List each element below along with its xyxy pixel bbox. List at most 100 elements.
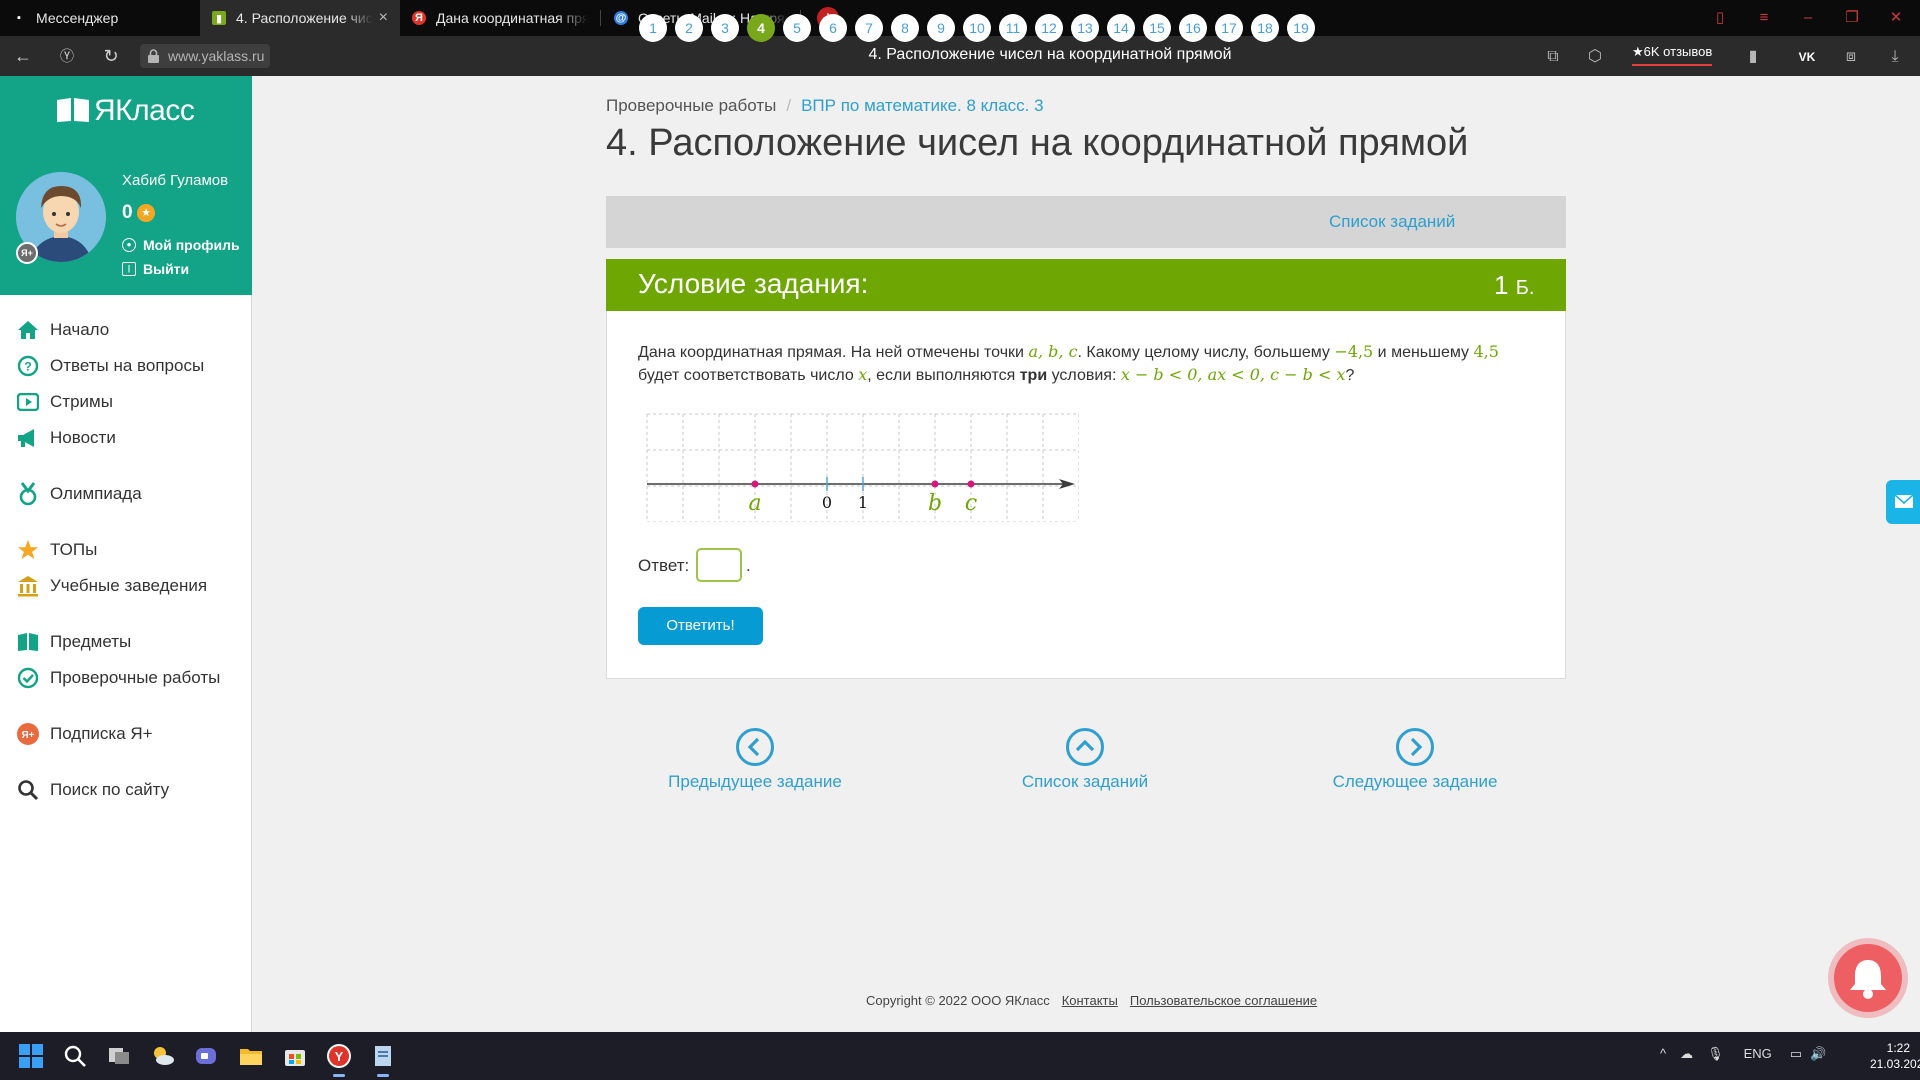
url-text: www.yaklass.ru: [168, 48, 265, 64]
task-number-link[interactable]: 19: [1287, 14, 1315, 42]
tab-yandex[interactable]: Я Дана координатная прямая: [400, 0, 600, 36]
task-list-button[interactable]: [1066, 728, 1104, 766]
score-unit: Б.: [1515, 277, 1535, 299]
feedback-button[interactable]: [1886, 480, 1920, 524]
task-number-link[interactable]: 12: [1035, 14, 1063, 42]
close-tab-icon[interactable]: ×: [379, 9, 388, 27]
sidebar-item-news[interactable]: Новости: [16, 426, 116, 450]
sidebar-item-streams[interactable]: Стримы: [16, 390, 113, 414]
translate-icon[interactable]: ⧉: [1542, 46, 1564, 68]
logout-link[interactable]: | Выйти: [122, 261, 189, 277]
minimize-icon[interactable]: –: [1798, 8, 1818, 28]
task-number-link[interactable]: 5: [783, 14, 811, 42]
sidebar-item-subjects[interactable]: Предметы: [16, 630, 131, 654]
collections-icon[interactable]: ⧈: [1840, 46, 1862, 68]
language-indicator[interactable]: ENG: [1744, 1046, 1772, 1061]
task-list-bottom-link[interactable]: Список заданий: [972, 772, 1198, 792]
breadcrumb-root-link[interactable]: Проверочные работы: [606, 96, 776, 115]
task-number-link[interactable]: 2: [675, 14, 703, 42]
mailru-favicon-icon: @: [614, 11, 628, 25]
microphone-icon[interactable]: 🎙: [1707, 1046, 1724, 1061]
logout-icon: |: [122, 262, 136, 276]
windows-start-icon[interactable]: [18, 1043, 44, 1069]
task-number-link[interactable]: 14: [1107, 14, 1135, 42]
question-fragment: Дана координатная прямая. На ней отмечен…: [638, 344, 1029, 361]
profile-link[interactable]: ● Мой профиль: [122, 237, 240, 253]
book-icon: [16, 630, 40, 654]
task-number-link[interactable]: 17: [1215, 14, 1243, 42]
tab-yaklass-active[interactable]: ▮ 4. Расположение чисел на координатной …: [200, 0, 400, 36]
task-number-link[interactable]: 15: [1143, 14, 1171, 42]
task-number-link[interactable]: 13: [1071, 14, 1099, 42]
reviews-button[interactable]: ★6K отзывов: [1632, 44, 1713, 66]
sidebar-item-search[interactable]: Поиск по сайту: [16, 778, 169, 802]
next-task-link[interactable]: Следующее задание: [1302, 772, 1528, 792]
sidebar-item-label: Предметы: [50, 632, 132, 651]
yaklass-logo[interactable]: ЯКласс: [56, 94, 195, 128]
tabs-panel-icon[interactable]: ▯: [1710, 8, 1730, 28]
onedrive-icon[interactable]: ☁: [1680, 1046, 1693, 1061]
question-variable: x: [858, 365, 868, 384]
notepad-app-icon[interactable]: [370, 1043, 396, 1069]
breadcrumb-current-link[interactable]: ВПР по математике. 8 класс. 3: [801, 96, 1043, 115]
sidebar-item-tests[interactable]: Проверочные работы: [16, 666, 220, 690]
submit-answer-button[interactable]: Ответить!: [638, 607, 763, 645]
system-clock[interactable]: 1:22 21.03.2022: [1870, 1040, 1920, 1072]
reload-icon[interactable]: ↻: [100, 45, 122, 67]
vk-icon[interactable]: VK: [1796, 46, 1818, 68]
task-number-link[interactable]: 16: [1179, 14, 1207, 42]
user-agreement-link[interactable]: Пользовательское соглашение: [1130, 993, 1317, 1008]
task-number-link[interactable]: 18: [1251, 14, 1279, 42]
task-question-text: Дана координатная прямая. На ней отмечен…: [638, 341, 1538, 387]
answer-suffix: .: [746, 556, 751, 575]
adblock-icon[interactable]: ⬡: [1584, 46, 1606, 68]
prev-task-link[interactable]: Предыдущее задание: [642, 772, 868, 792]
point-b-marker: [931, 480, 939, 488]
tab-messenger[interactable]: ▪ Мессенджер: [0, 0, 200, 36]
sidebar-item-olympiad[interactable]: Олимпиада: [16, 482, 142, 506]
menu-icon[interactable]: ≡: [1754, 8, 1774, 28]
sidebar-item-institutions[interactable]: Учебные заведения: [16, 574, 207, 598]
task-number-link[interactable]: 8: [891, 14, 919, 42]
back-icon[interactable]: ←: [12, 45, 34, 67]
file-explorer-icon[interactable]: [238, 1043, 264, 1069]
yandex-browser-icon[interactable]: Y: [326, 1043, 352, 1069]
task-number-link[interactable]: 7: [855, 14, 883, 42]
next-task-button[interactable]: [1396, 728, 1434, 766]
sidebar-item-tops[interactable]: ТОПы: [16, 538, 97, 562]
taskbar-search-icon[interactable]: [62, 1043, 88, 1069]
copyright-text: Copyright © 2022 ООО ЯКласс: [866, 993, 1050, 1008]
task-number-link[interactable]: 1: [639, 14, 667, 42]
contacts-link[interactable]: Контакты: [1062, 993, 1118, 1008]
task-number-link[interactable]: 10: [963, 14, 991, 42]
url-field[interactable]: www.yaklass.ru: [140, 44, 271, 68]
page-title: 4. Расположение чисел на координатной пр…: [606, 122, 1469, 164]
weather-icon[interactable]: [150, 1043, 176, 1069]
prev-task-button[interactable]: [736, 728, 774, 766]
sidebar-item-home[interactable]: Начало: [16, 318, 109, 342]
task-number-current[interactable]: 4: [747, 14, 775, 42]
download-icon[interactable]: ⤓: [1884, 46, 1906, 68]
tray-chevron-up-icon[interactable]: ^: [1660, 1046, 1666, 1061]
close-window-icon[interactable]: ✕: [1886, 8, 1906, 28]
task-number-link[interactable]: 9: [927, 14, 955, 42]
browser-page-title: 4. Расположение чисел на координатной пр…: [868, 46, 1232, 63]
volume-icon[interactable]: 🔊: [1810, 1046, 1826, 1061]
task-list-link[interactable]: Список заданий: [1329, 212, 1455, 232]
bookmark-icon[interactable]: ▮: [1742, 46, 1764, 68]
store-icon[interactable]: [282, 1043, 308, 1069]
notifications-button[interactable]: [1834, 944, 1902, 1012]
task-number-link[interactable]: 6: [819, 14, 847, 42]
point-c-label: c: [965, 491, 977, 516]
network-icon[interactable]: ▭: [1790, 1046, 1802, 1061]
restore-icon[interactable]: ❐: [1842, 8, 1862, 28]
clock-time: 1:22: [1886, 1041, 1910, 1055]
task-number-link[interactable]: 3: [711, 14, 739, 42]
teams-chat-icon[interactable]: [194, 1043, 220, 1069]
yandex-home-icon[interactable]: Ⓨ: [56, 45, 78, 67]
sidebar-item-answers[interactable]: ? Ответы на вопросы: [16, 354, 204, 378]
sidebar-item-subscription[interactable]: Я+ Подписка Я+: [16, 722, 153, 746]
answer-input[interactable]: [696, 548, 742, 582]
task-view-icon[interactable]: [106, 1043, 132, 1069]
task-number-link[interactable]: 11: [999, 14, 1027, 42]
